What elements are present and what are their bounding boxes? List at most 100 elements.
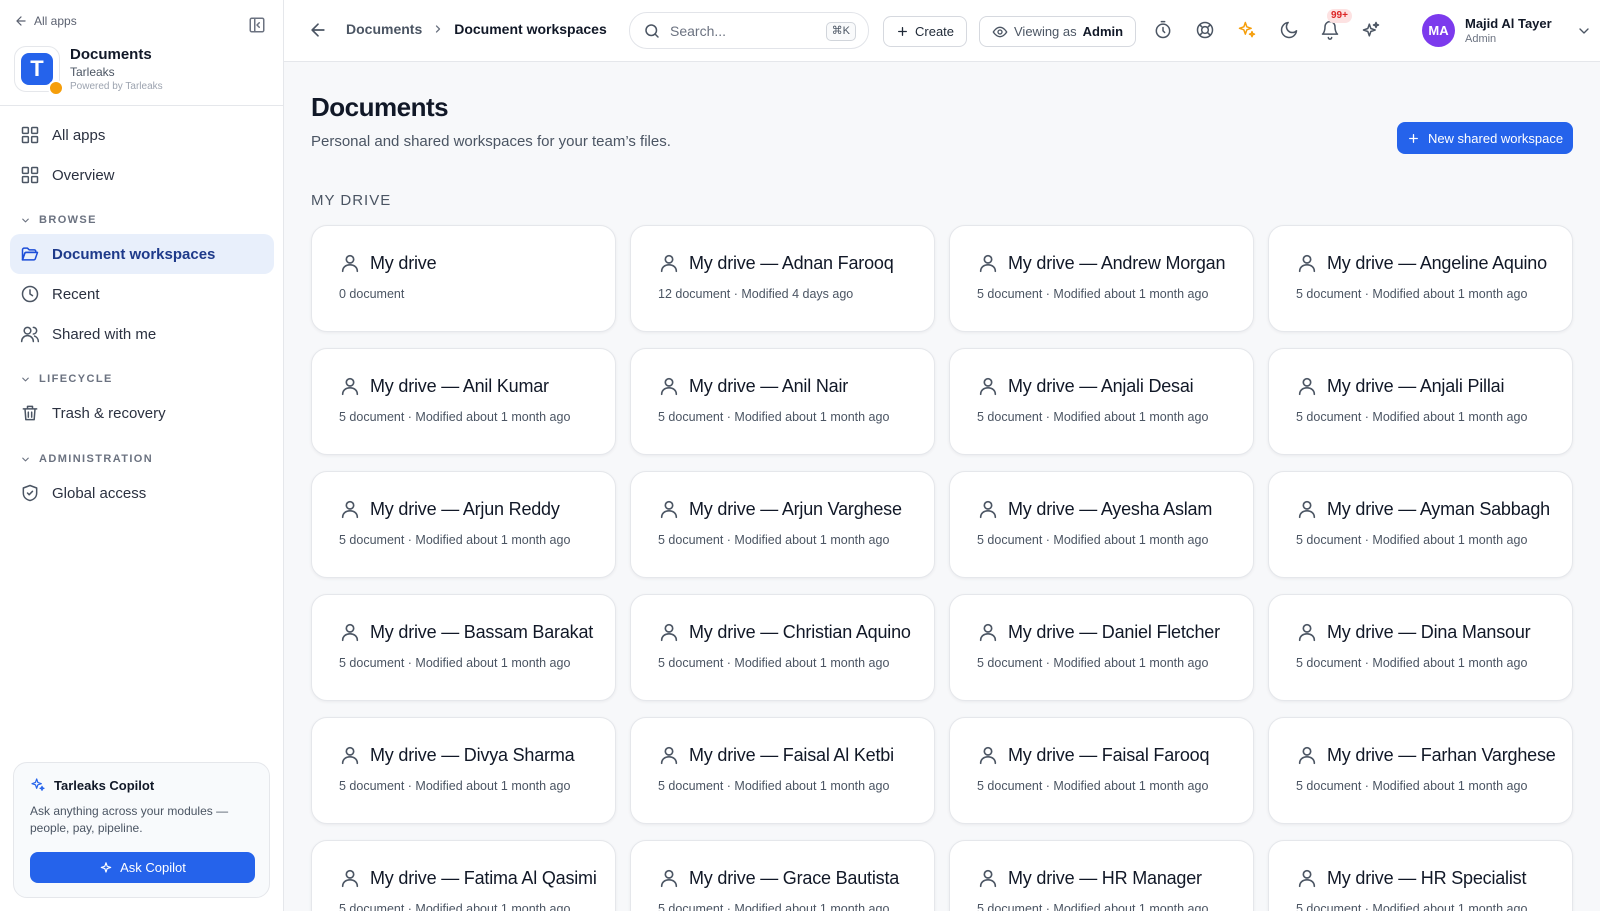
user-icon bbox=[339, 252, 361, 274]
search-input[interactable] bbox=[670, 22, 820, 39]
section-toggle-administration[interactable]: ADMINISTRATION bbox=[20, 453, 153, 465]
workspace-card[interactable]: My drive — Dina Mansour 5 document · Mod… bbox=[1268, 594, 1573, 701]
user-icon bbox=[339, 867, 361, 889]
app-logo: T bbox=[14, 46, 64, 96]
workspace-card[interactable]: My drive — Faisal Al Ketbi 5 document · … bbox=[630, 717, 935, 824]
ai-features-button[interactable] bbox=[1237, 20, 1259, 42]
chevron-down-icon bbox=[1576, 23, 1592, 39]
sidebar-item-label: Overview bbox=[52, 166, 115, 184]
sidebar-item-label: Shared with me bbox=[52, 325, 157, 343]
grid-icon bbox=[20, 165, 40, 185]
sidebar-toggle-icon bbox=[248, 16, 266, 34]
section-toggle-lifecycle[interactable]: LIFECYCLE bbox=[20, 373, 113, 385]
workspace-meta: 12 document · Modified 4 days ago bbox=[658, 287, 854, 301]
workspace-title: My drive — Bassam Barakat bbox=[370, 621, 594, 642]
workspace-title: My drive — Grace Bautista bbox=[689, 867, 900, 888]
section-label-browse: BROWSE bbox=[39, 214, 97, 226]
trash-icon bbox=[20, 403, 40, 423]
workspace-card[interactable]: My drive — HR Specialist 5 document · Mo… bbox=[1268, 840, 1573, 911]
search-icon bbox=[643, 22, 661, 40]
workspace-card[interactable]: My drive — Christian Aquino 5 document ·… bbox=[630, 594, 935, 701]
new-shared-workspace-label: New shared workspace bbox=[1427, 130, 1564, 146]
workspace-card[interactable]: My drive 0 document bbox=[311, 225, 616, 332]
theme-toggle-button[interactable] bbox=[1279, 20, 1301, 42]
user-icon bbox=[977, 744, 999, 766]
ask-copilot-button[interactable]: Ask Copilot bbox=[30, 852, 255, 883]
workspace-card[interactable]: My drive — Ayesha Aslam 5 document · Mod… bbox=[949, 471, 1254, 578]
workspace-card[interactable]: My drive — Adnan Farooq 12 document · Mo… bbox=[630, 225, 935, 332]
sidebar-item-recent[interactable]: Recent bbox=[10, 274, 274, 314]
workspace-card[interactable]: My drive — Bassam Barakat 5 document · M… bbox=[311, 594, 616, 701]
workspace-meta: 5 document · Modified about 1 month ago bbox=[658, 902, 890, 911]
workspace-card[interactable]: My drive — Daniel Fletcher 5 document · … bbox=[949, 594, 1254, 701]
back-button[interactable] bbox=[308, 20, 330, 42]
user-icon bbox=[658, 498, 680, 520]
chevron-down-icon bbox=[20, 454, 31, 465]
avatar: MA bbox=[1422, 14, 1455, 47]
create-label: Create bbox=[915, 24, 955, 39]
breadcrumb-current: Document workspaces bbox=[454, 21, 607, 37]
workspace-meta: 5 document · Modified about 1 month ago bbox=[339, 410, 571, 424]
sidebar-item-global-access[interactable]: Global access bbox=[10, 473, 274, 513]
workspace-card[interactable]: My drive — HR Manager 5 document · Modif… bbox=[949, 840, 1254, 911]
back-to-all-apps-link[interactable]: All apps bbox=[14, 14, 77, 28]
sidebar-item-shared-with-me[interactable]: Shared with me bbox=[10, 314, 274, 354]
workspace-card[interactable]: My drive — Divya Sharma 5 document · Mod… bbox=[311, 717, 616, 824]
breadcrumb-documents[interactable]: Documents bbox=[346, 21, 422, 37]
sparkles-icon bbox=[1361, 20, 1383, 40]
create-button[interactable]: Create bbox=[883, 16, 968, 47]
workspace-card[interactable]: My drive — Fatima Al Qasimi 5 document ·… bbox=[311, 840, 616, 911]
workspace-card[interactable]: My drive — Andrew Morgan 5 document · Mo… bbox=[949, 225, 1254, 332]
section-toggle-browse[interactable]: BROWSE bbox=[20, 214, 97, 226]
workspace-card[interactable]: My drive — Angeline Aquino 5 document · … bbox=[1268, 225, 1573, 332]
sidebar-item-overview[interactable]: Overview bbox=[10, 155, 274, 195]
collapse-sidebar-button[interactable] bbox=[246, 14, 268, 36]
workspace-meta: 5 document · Modified about 1 month ago bbox=[977, 902, 1209, 911]
sidebar-item-document-workspaces[interactable]: Document workspaces bbox=[10, 234, 274, 274]
workspace-meta: 5 document · Modified about 1 month ago bbox=[977, 779, 1209, 793]
workspace-meta: 5 document · Modified about 1 month ago bbox=[1296, 656, 1528, 670]
sidebar-item-trash-recovery[interactable]: Trash & recovery bbox=[10, 393, 274, 433]
workspace-meta: 5 document · Modified about 1 month ago bbox=[1296, 287, 1528, 301]
copilot-button[interactable] bbox=[1361, 20, 1383, 42]
workspace-title: My drive — HR Manager bbox=[1008, 867, 1202, 888]
user-icon bbox=[1296, 498, 1318, 520]
workspace-card[interactable]: My drive — Arjun Reddy 5 document · Modi… bbox=[311, 471, 616, 578]
app-powered-by: Powered by Tarleaks bbox=[70, 81, 163, 92]
workspace-card[interactable]: My drive — Anjali Desai 5 document · Mod… bbox=[949, 348, 1254, 455]
workspace-card[interactable]: My drive — Grace Bautista 5 document · M… bbox=[630, 840, 935, 911]
workspace-title: My drive — Andrew Morgan bbox=[1008, 252, 1226, 273]
workspace-card[interactable]: My drive — Arjun Varghese 5 document · M… bbox=[630, 471, 935, 578]
sidebar-item-label: Recent bbox=[52, 285, 100, 303]
workspace-card[interactable]: My drive — Farhan Varghese 5 document · … bbox=[1268, 717, 1573, 824]
help-button[interactable] bbox=[1195, 20, 1217, 42]
workspace-title: My drive bbox=[370, 252, 437, 273]
workspace-title: My drive — Ayesha Aslam bbox=[1008, 498, 1213, 519]
workspace-meta: 5 document · Modified about 1 month ago bbox=[339, 902, 571, 911]
app-org: Tarleaks bbox=[70, 65, 115, 79]
notifications-button[interactable] bbox=[1320, 20, 1342, 42]
app-identity: T Documents Tarleaks Powered by Tarleaks bbox=[14, 46, 163, 96]
page-title: Documents bbox=[311, 92, 449, 122]
sidebar-item-all-apps[interactable]: All apps bbox=[10, 115, 274, 155]
workspace-title: My drive — Anjali Pillai bbox=[1327, 375, 1505, 396]
viewing-as-button[interactable]: Viewing as Admin bbox=[979, 16, 1137, 47]
workspace-card[interactable]: My drive — Anil Kumar 5 document · Modif… bbox=[311, 348, 616, 455]
workspace-meta: 5 document · Modified about 1 month ago bbox=[977, 287, 1209, 301]
workspace-card[interactable]: My drive — Faisal Farooq 5 document · Mo… bbox=[949, 717, 1254, 824]
workspace-card[interactable]: My drive — Anil Nair 5 document · Modifi… bbox=[630, 348, 935, 455]
user-icon bbox=[339, 498, 361, 520]
workspace-title: My drive — Fatima Al Qasimi bbox=[370, 867, 597, 888]
workspace-card[interactable]: My drive — Ayman Sabbagh 5 document · Mo… bbox=[1268, 471, 1573, 578]
moon-icon bbox=[1279, 20, 1301, 40]
workspace-card[interactable]: My drive — Anjali Pillai 5 document · Mo… bbox=[1268, 348, 1573, 455]
search-box: ⌘K bbox=[629, 12, 869, 49]
workspace-title: My drive — Christian Aquino bbox=[689, 621, 911, 642]
timer-button[interactable] bbox=[1153, 20, 1175, 42]
workspace-title: My drive — Dina Mansour bbox=[1327, 621, 1531, 642]
new-shared-workspace-button[interactable]: New shared workspace bbox=[1397, 122, 1573, 154]
folder-open-icon bbox=[20, 244, 40, 264]
user-menu[interactable]: MA Majid Al Tayer Admin bbox=[1422, 14, 1592, 47]
workspace-meta: 5 document · Modified about 1 month ago bbox=[658, 656, 890, 670]
copilot-card: Tarleaks Copilot Ask anything across you… bbox=[13, 762, 270, 898]
